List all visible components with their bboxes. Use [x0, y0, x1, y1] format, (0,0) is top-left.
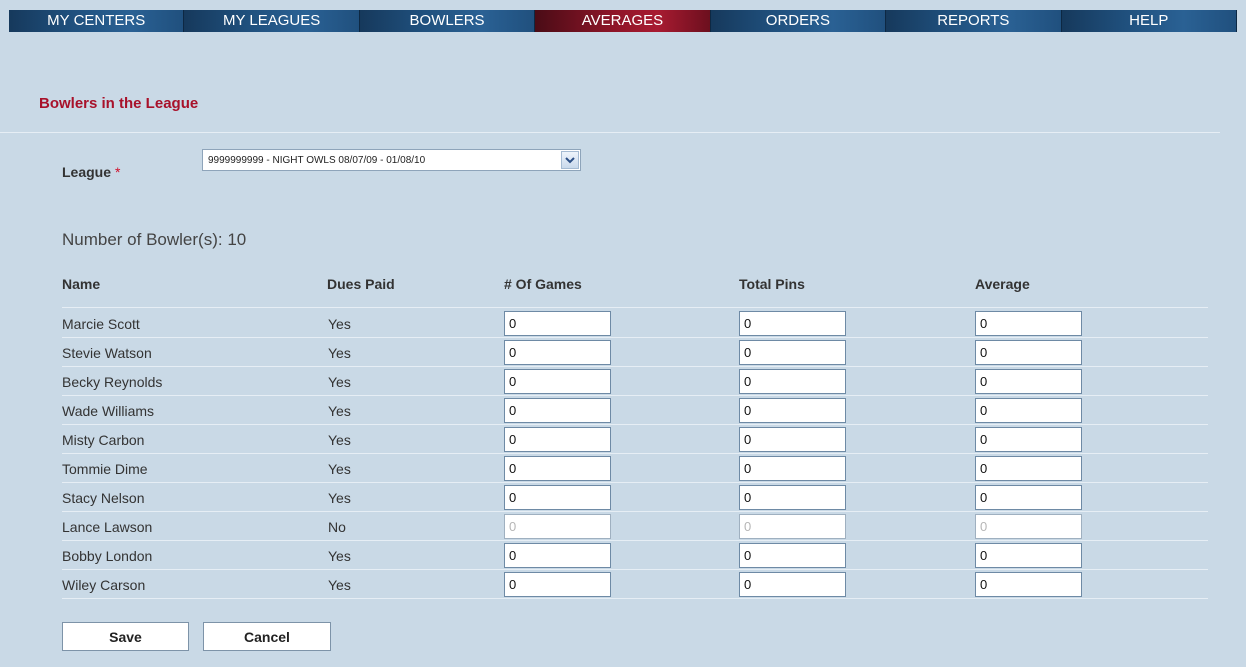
bowler-name: Tommie Dime — [62, 461, 148, 477]
dues-paid-value: No — [328, 519, 346, 535]
table-row: Wade Williams Yes — [62, 396, 1208, 425]
league-select-value: 9999999999 - NIGHT OWLS 08/07/09 - 01/08… — [208, 155, 426, 166]
pins-input[interactable] — [739, 398, 846, 423]
games-input[interactable] — [504, 369, 611, 394]
pins-input[interactable] — [739, 572, 846, 597]
bowler-name: Stacy Nelson — [62, 490, 145, 506]
games-input — [504, 514, 611, 539]
average-input — [975, 514, 1082, 539]
col-header-dues: Dues Paid — [327, 276, 395, 292]
league-select[interactable]: 9999999999 - NIGHT OWLS 08/07/09 - 01/08… — [202, 149, 581, 171]
league-label: League * — [62, 164, 120, 180]
table-row: Wiley Carson Yes — [62, 570, 1208, 599]
pins-input[interactable] — [739, 427, 846, 452]
games-input[interactable] — [504, 398, 611, 423]
games-input[interactable] — [504, 543, 611, 568]
bowler-name: Marcie Scott — [62, 316, 140, 332]
col-header-average: Average — [975, 276, 1030, 292]
col-header-name: Name — [62, 276, 101, 292]
dues-paid-value: Yes — [328, 432, 351, 448]
average-input[interactable] — [975, 485, 1082, 510]
games-input[interactable] — [504, 456, 611, 481]
bowler-name: Wiley Carson — [62, 577, 146, 593]
table-row: Bobby London Yes — [62, 541, 1208, 570]
pins-input[interactable] — [739, 340, 846, 365]
average-input[interactable] — [975, 543, 1082, 568]
dues-paid-value: Yes — [328, 345, 351, 361]
league-label-text: League — [62, 164, 112, 180]
average-input[interactable] — [975, 572, 1082, 597]
games-input[interactable] — [504, 340, 611, 365]
save-button[interactable]: Save — [62, 622, 189, 651]
title-divider — [0, 132, 1220, 133]
pins-input[interactable] — [739, 485, 846, 510]
table-row: Lance Lawson No — [62, 512, 1208, 541]
dues-paid-value: Yes — [328, 403, 351, 419]
chevron-down-icon[interactable] — [561, 151, 579, 169]
average-input[interactable] — [975, 311, 1082, 336]
col-header-pins: Total Pins — [739, 276, 805, 292]
games-input[interactable] — [504, 427, 611, 452]
top-nav: MY CENTERS MY LEAGUES BOWLERS AVERAGES O… — [0, 0, 1246, 33]
average-input[interactable] — [975, 340, 1082, 365]
nav-my-centers[interactable]: MY CENTERS — [9, 10, 185, 32]
dues-paid-value: Yes — [328, 461, 351, 477]
bowler-count: Number of Bowler(s): 10 — [62, 230, 247, 249]
dues-paid-value: Yes — [328, 548, 351, 564]
page-title: Bowlers in the League — [39, 95, 199, 112]
dues-paid-value: Yes — [328, 374, 351, 390]
average-input[interactable] — [975, 427, 1082, 452]
pins-input[interactable] — [739, 456, 846, 481]
table-row: Tommie Dime Yes — [62, 454, 1208, 483]
table-row: Stevie Watson Yes — [62, 338, 1208, 367]
bowler-name: Misty Carbon — [62, 432, 145, 448]
games-input[interactable] — [504, 572, 611, 597]
nav-bar: MY CENTERS MY LEAGUES BOWLERS AVERAGES O… — [9, 10, 1237, 32]
dues-paid-value: Yes — [328, 577, 351, 593]
dues-paid-value: Yes — [328, 490, 351, 506]
bowler-name: Lance Lawson — [62, 519, 153, 535]
games-input[interactable] — [504, 485, 611, 510]
pins-input[interactable] — [739, 311, 846, 336]
nav-my-leagues[interactable]: MY LEAGUES — [184, 10, 360, 32]
dues-paid-value: Yes — [328, 316, 351, 332]
cancel-button[interactable]: Cancel — [203, 622, 331, 651]
table-row: Marcie Scott Yes — [62, 309, 1208, 338]
header-divider — [62, 307, 1208, 308]
bowler-name: Wade Williams — [62, 403, 155, 419]
table-row: Becky Reynolds Yes — [62, 367, 1208, 396]
bowler-name: Stevie Watson — [62, 345, 152, 361]
nav-bowlers[interactable]: BOWLERS — [359, 10, 536, 32]
col-header-games: # Of Games — [504, 276, 582, 292]
table-row: Misty Carbon Yes — [62, 425, 1208, 454]
nav-orders[interactable]: ORDERS — [710, 10, 887, 32]
average-input[interactable] — [975, 456, 1082, 481]
pins-input[interactable] — [739, 369, 846, 394]
nav-help[interactable]: HELP — [1061, 10, 1237, 32]
pins-input — [739, 514, 846, 539]
nav-reports[interactable]: REPORTS — [886, 10, 1062, 32]
games-input[interactable] — [504, 311, 611, 336]
nav-averages[interactable]: AVERAGES — [535, 10, 711, 32]
average-input[interactable] — [975, 369, 1082, 394]
required-marker: * — [115, 164, 121, 180]
pins-input[interactable] — [739, 543, 846, 568]
bowler-name: Bobby London — [62, 548, 153, 564]
bowler-name: Becky Reynolds — [62, 374, 163, 390]
table-row: Stacy Nelson Yes — [62, 483, 1208, 512]
average-input[interactable] — [975, 398, 1082, 423]
